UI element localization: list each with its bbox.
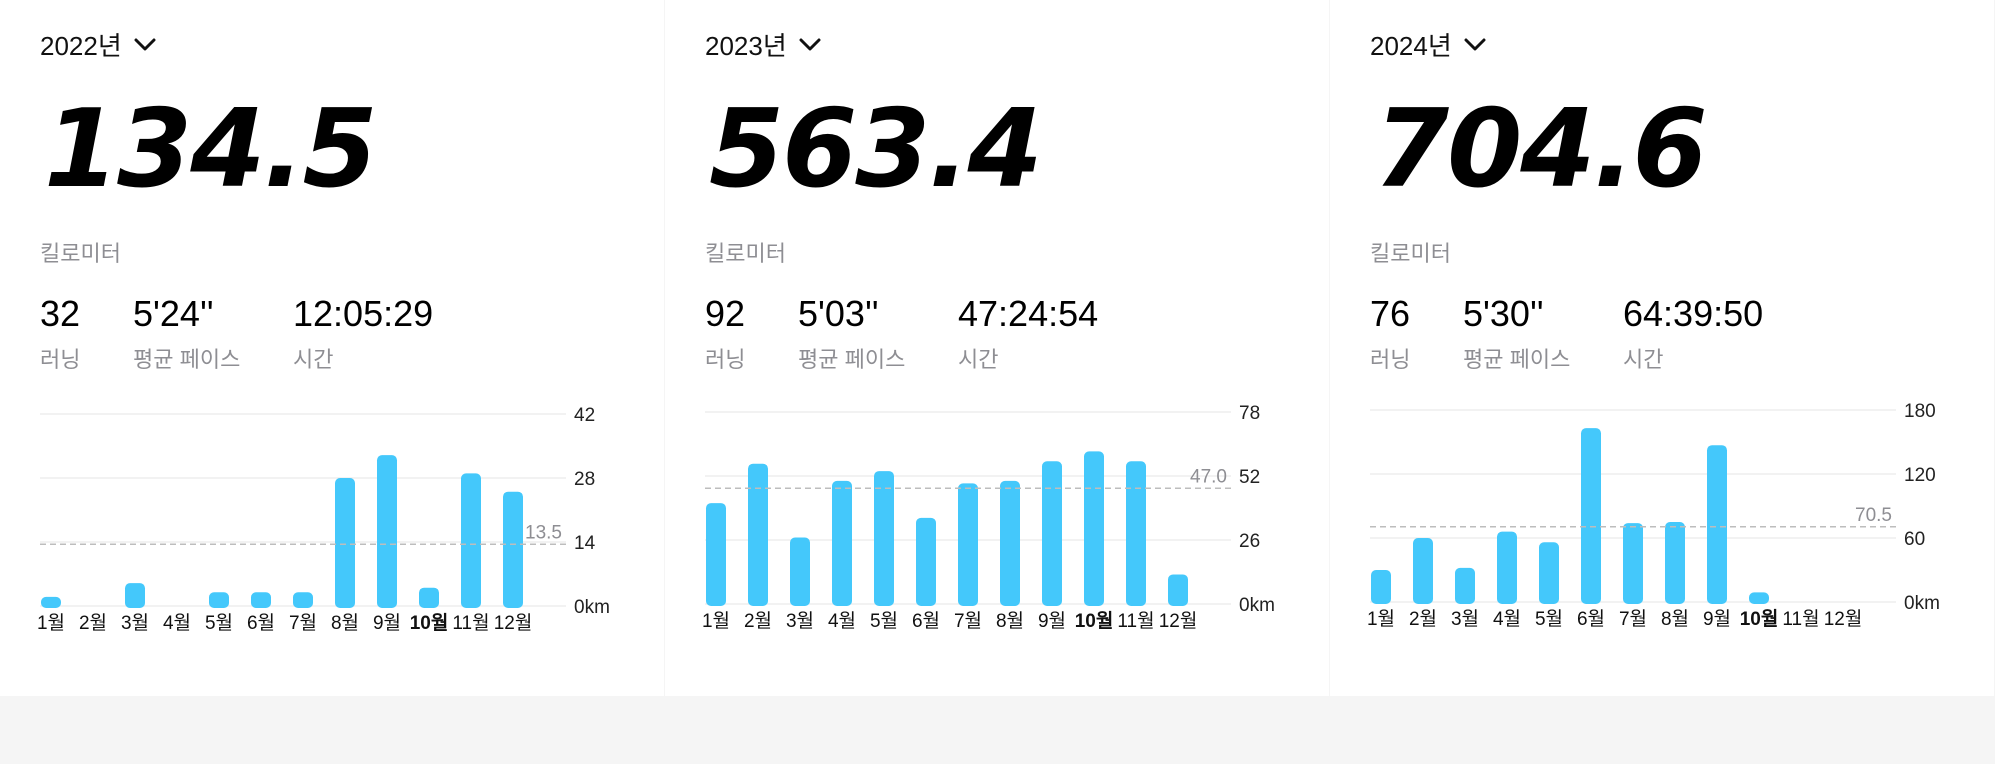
x-tick-label: 1월 (37, 612, 65, 634)
y-tick-label: 14 (574, 533, 596, 554)
x-tick-label: 9월 (373, 612, 401, 634)
bar-5월 (1539, 542, 1559, 604)
x-tick-label: 5월 (205, 612, 233, 634)
y-tick-label: 60 (1904, 529, 1925, 550)
monthly-distance-chart: 0km 26 52 78 47.0 1월 2월 3월 4월 5월 6월 7월 8월 9월 10월 11월 12월 (702, 403, 1275, 632)
bar-12월 (503, 491, 523, 608)
bar-9월 (1707, 445, 1727, 604)
x-tick-label: 3월 (1451, 608, 1479, 630)
x-tick-label: 2월 (744, 610, 772, 632)
x-tick-label: 7월 (954, 610, 982, 632)
average-label: 13.5 (525, 522, 562, 543)
bar-6월 (1581, 428, 1601, 604)
bar-1월 (706, 503, 726, 606)
y-tick-label: 120 (1904, 465, 1936, 486)
bar-10월 (1084, 451, 1104, 606)
x-tick-label: 5월 (870, 610, 898, 632)
bar-10월 (419, 587, 439, 608)
y-tick-label: 28 (574, 469, 595, 490)
x-tick-label: 7월 (289, 612, 317, 634)
bar-2월 (1413, 538, 1433, 604)
x-tick-label: 4월 (828, 610, 856, 632)
x-tick-label: 5월 (1535, 608, 1563, 630)
bar-3월 (790, 537, 810, 606)
bar-8월 (1665, 522, 1685, 604)
y-tick-label: 78 (1239, 403, 1260, 424)
bar-4월 (832, 480, 852, 606)
y-tick-label: 42 (574, 405, 595, 426)
x-tick-label: 12월 (494, 612, 533, 634)
bar-7월 (1623, 523, 1643, 604)
monthly-distance-chart: 0km 14 28 42 13.5 1월 2월 3월 4월 5월 6월 7월 8월 9월 10월 11월 12월 (37, 405, 610, 634)
bar-1월 (41, 596, 61, 608)
bar-4월 (1497, 531, 1517, 604)
x-tick-label: 11월 (1117, 610, 1154, 632)
x-tick-label: 4월 (1493, 608, 1521, 630)
x-tick-label: 12월 (1824, 608, 1863, 630)
bar-9월 (1042, 461, 1062, 606)
bar-12월 (1168, 574, 1188, 606)
bar-11월 (1126, 461, 1146, 606)
bar-5월 (209, 592, 229, 608)
y-tick-label: 0km (1904, 593, 1940, 614)
x-tick-label: 9월 (1038, 610, 1066, 632)
bar-2월 (748, 463, 768, 606)
x-tick-label: 8월 (996, 610, 1024, 632)
year-panel-2024: 2024년 704.6 킬로미터 76 러닝 5'30'' 평균 페이스 64:… (1330, 0, 1994, 696)
x-tick-label: 2월 (1409, 608, 1437, 630)
x-tick-label: 12월 (1159, 610, 1198, 632)
bar-3월 (1455, 567, 1475, 604)
bar-7월 (958, 483, 978, 606)
bar-6월 (916, 517, 936, 606)
x-tick-label: 8월 (331, 612, 359, 634)
x-tick-label: 4월 (163, 612, 191, 634)
x-tick-label: 10월 (410, 612, 449, 634)
year-panel-2023: 2023년 563.4 킬로미터 92 러닝 5'03'' 평균 페이스 47:… (665, 0, 1329, 696)
x-tick-label: 9월 (1703, 608, 1731, 630)
bar-1월 (1371, 570, 1391, 604)
x-tick-label: 6월 (247, 612, 275, 634)
bar-9월 (377, 455, 397, 608)
x-tick-label: 6월 (1577, 608, 1605, 630)
y-tick-label: 180 (1904, 401, 1936, 422)
x-tick-label: 1월 (702, 610, 730, 632)
x-tick-label: 2월 (79, 612, 107, 634)
x-tick-label: 10월 (1740, 608, 1779, 630)
x-tick-label: 1월 (1367, 608, 1395, 630)
bar-7월 (293, 592, 313, 608)
x-tick-label: 10월 (1075, 610, 1114, 632)
y-tick-label: 26 (1239, 531, 1260, 552)
bar-10월 (1749, 592, 1769, 604)
x-tick-label: 3월 (786, 610, 814, 632)
bar-8월 (1000, 480, 1020, 606)
x-tick-label: 8월 (1661, 608, 1689, 630)
x-tick-label: 3월 (121, 612, 149, 634)
x-tick-label: 11월 (452, 612, 489, 634)
year-panel-2022: 2022년 134.5 킬로미터 32 러닝 5'24'' 평균 페이스 12:… (0, 0, 664, 696)
x-tick-label: 11월 (1782, 608, 1819, 630)
x-tick-label: 6월 (912, 610, 940, 632)
bar-11월 (461, 473, 481, 608)
average-label: 70.5 (1855, 505, 1892, 526)
average-label: 47.0 (1190, 466, 1227, 487)
bar-6월 (251, 592, 271, 608)
x-tick-label: 7월 (1619, 608, 1647, 630)
y-tick-label: 52 (1239, 467, 1260, 488)
monthly-distance-chart: 0km 60 120 180 70.5 1월 2월 3월 4월 5월 6월 7월 8월 9월 10월 11월 1… (1367, 401, 1940, 630)
bar-5월 (874, 471, 894, 606)
bar-3월 (125, 583, 145, 608)
bar-8월 (335, 478, 355, 608)
y-tick-label: 0km (1239, 595, 1275, 616)
y-tick-label: 0km (574, 597, 610, 618)
